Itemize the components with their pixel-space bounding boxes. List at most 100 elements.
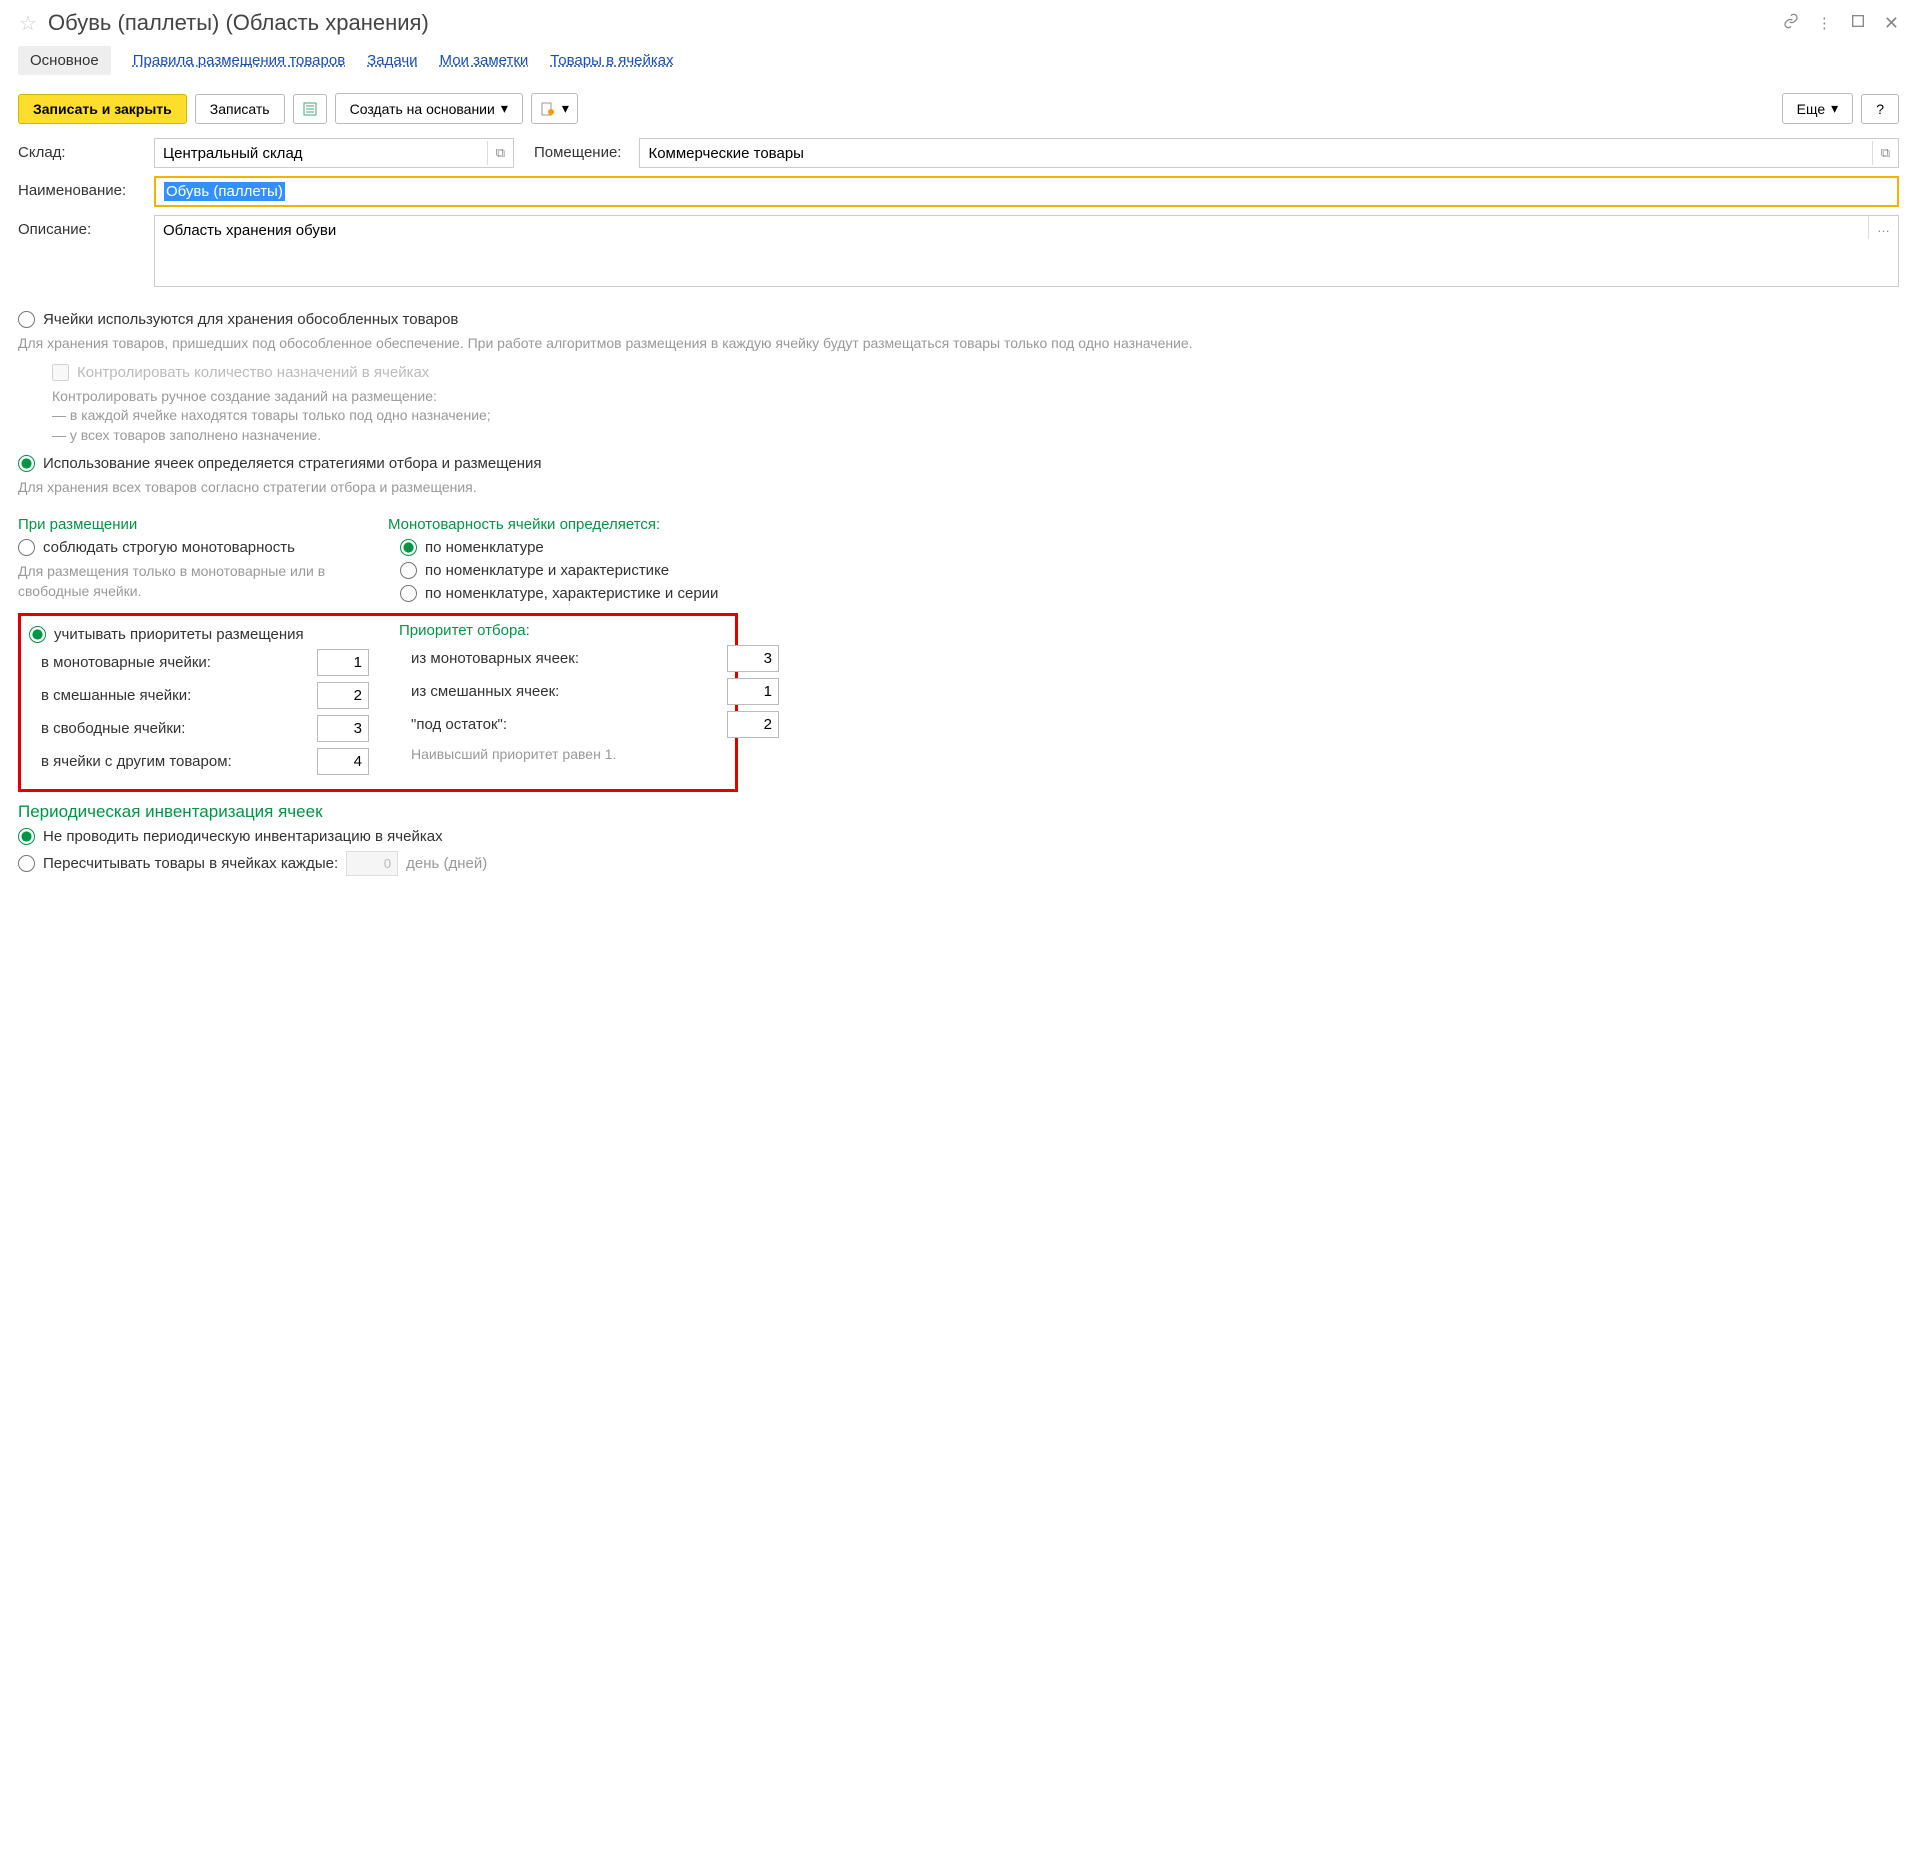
list-icon-button[interactable] [293, 94, 327, 124]
pick-mono-label: из монотоварных ячеек: [411, 650, 719, 667]
nav-bar: Основное Правила размещения товаров Зада… [18, 46, 1899, 75]
inv-no-periodic-label: Не проводить периодическую инвентаризаци… [43, 828, 443, 845]
inv-days-input [346, 851, 398, 876]
pr-mono-input[interactable] [317, 649, 369, 676]
control-count-row: Контролировать количество назначений в я… [52, 364, 1899, 381]
control-manual-intro: Контролировать ручное создание заданий н… [52, 387, 1899, 407]
control-count-label: Контролировать количество назначений в я… [77, 364, 429, 381]
nav-tab-main[interactable]: Основное [18, 46, 111, 75]
maximize-icon[interactable] [1850, 13, 1866, 33]
warehouse-input[interactable] [155, 140, 487, 167]
strategy-help: Для хранения всех товаров согласно страт… [18, 478, 1899, 498]
consider-priority-radio[interactable] [29, 626, 46, 643]
ellipsis-icon[interactable]: … [1868, 216, 1898, 239]
strict-mono-radio[interactable] [18, 539, 35, 556]
mono-by-item-char-series-row[interactable]: по номенклатуре, характеристике и серии [400, 585, 768, 602]
strict-mono-row[interactable]: соблюдать строгую монотоварность [18, 539, 358, 556]
nav-link-tasks[interactable]: Задачи [367, 52, 417, 69]
warehouse-label: Склад: [18, 138, 146, 161]
help-button[interactable]: ? [1861, 94, 1899, 124]
control-line1: — в каждой ячейке находятся товары тольк… [52, 406, 1899, 426]
inventory-heading: Периодическая инвентаризация ячеек [18, 802, 1899, 822]
name-label: Наименование: [18, 176, 146, 199]
link-icon[interactable] [1783, 13, 1799, 33]
description-wrap: … [154, 215, 1899, 287]
strict-mono-help: Для размещения только в монотоварные или… [18, 562, 358, 601]
mono-def-heading: Монотоварность ячейки определяется: [388, 516, 768, 533]
save-close-button[interactable]: Записать и закрыть [18, 94, 187, 124]
favorite-star-icon[interactable]: ☆ [18, 13, 38, 33]
strategy-radio-row[interactable]: Использование ячеек определяется стратег… [18, 455, 1899, 472]
mono-by-item-char-label: по номенклатуре и характеристике [425, 562, 669, 579]
name-input-wrap: Обувь (паллеты) [154, 176, 1899, 207]
room-input-wrap: ⧉ [639, 138, 1899, 168]
nav-link-notes[interactable]: Мои заметки [440, 52, 529, 69]
placement-heading: При размещении [18, 516, 358, 533]
pick-mixed-input[interactable] [727, 678, 779, 705]
mono-by-item-char-series-label: по номенклатуре, характеристике и серии [425, 585, 718, 602]
save-button[interactable]: Записать [195, 94, 285, 124]
pick-remainder-input[interactable] [727, 711, 779, 738]
chevron-down-icon: ▾ [1831, 100, 1838, 117]
consider-priority-label: учитывать приоритеты размещения [54, 626, 304, 643]
control-count-checkbox [52, 364, 69, 381]
description-label: Описание: [18, 215, 146, 238]
create-based-button[interactable]: Создать на основании ▾ [335, 93, 523, 124]
isolated-radio[interactable] [18, 311, 35, 328]
doc-icon-button[interactable]: ▾ [531, 93, 578, 124]
consider-priority-row[interactable]: учитывать приоритеты размещения [29, 626, 369, 643]
control-manual-block: Контролировать ручное создание заданий н… [52, 387, 1899, 446]
toolbar: Записать и закрыть Записать Создать на о… [18, 93, 1899, 124]
mono-by-item-char-series-radio[interactable] [400, 585, 417, 602]
pick-mono-input[interactable] [727, 645, 779, 672]
strategy-label: Использование ячеек определяется стратег… [43, 455, 542, 472]
inv-recount-radio[interactable] [18, 855, 35, 872]
pick-mixed-label: из смешанных ячеек: [411, 683, 719, 700]
mono-by-item-radio[interactable] [400, 539, 417, 556]
description-textarea[interactable] [155, 216, 1868, 286]
strategy-radio[interactable] [18, 455, 35, 472]
open-icon[interactable]: ⧉ [1872, 141, 1898, 165]
window-title: Обувь (паллеты) (Область хранения) [48, 10, 1773, 36]
kebab-icon[interactable]: ⋮ [1817, 14, 1832, 32]
mono-by-item-label: по номенклатуре [425, 539, 544, 556]
isolated-label: Ячейки используются для хранения обособл… [43, 311, 458, 328]
pick-heading: Приоритет отбора: [399, 622, 779, 639]
warehouse-input-wrap: ⧉ [154, 138, 514, 168]
pr-free-label: в свободные ячейки: [41, 720, 309, 737]
pick-remainder-label: "под остаток": [411, 716, 719, 733]
window-actions: ⋮ ✕ [1783, 13, 1899, 34]
inv-recount-row[interactable]: Пересчитывать товары в ячейках каждые: д… [18, 851, 1899, 876]
close-icon[interactable]: ✕ [1884, 13, 1899, 34]
priority-highlight-box: учитывать приоритеты размещения в моното… [18, 613, 738, 792]
mono-by-item-char-row[interactable]: по номенклатуре и характеристике [400, 562, 768, 579]
pr-free-input[interactable] [317, 715, 369, 742]
isolated-radio-row[interactable]: Ячейки используются для хранения обособл… [18, 311, 1899, 328]
nav-link-goods[interactable]: Товары в ячейках [550, 52, 673, 69]
pr-other-label: в ячейки с другим товаром: [41, 753, 309, 770]
strict-mono-label: соблюдать строгую монотоварность [43, 539, 295, 556]
room-label: Помещение: [522, 138, 631, 161]
inv-no-periodic-radio[interactable] [18, 828, 35, 845]
open-icon[interactable]: ⧉ [487, 141, 513, 165]
pr-other-input[interactable] [317, 748, 369, 775]
isolated-help: Для хранения товаров, пришедших под обос… [18, 334, 1899, 354]
pr-mono-label: в монотоварные ячейки: [41, 654, 309, 671]
inv-days-unit: день (дней) [406, 855, 487, 872]
pr-mixed-label: в смешанные ячейки: [41, 687, 309, 704]
control-line2: — у всех товаров заполнено назначение. [52, 426, 1899, 446]
chevron-down-icon: ▾ [562, 100, 569, 117]
inv-no-periodic-row[interactable]: Не проводить периодическую инвентаризаци… [18, 828, 1899, 845]
more-label: Еще [1797, 101, 1826, 117]
pr-mixed-input[interactable] [317, 682, 369, 709]
inv-recount-label: Пересчитывать товары в ячейках каждые: [43, 855, 338, 872]
mono-by-item-row[interactable]: по номенклатуре [400, 539, 768, 556]
chevron-down-icon: ▾ [501, 100, 508, 117]
create-based-label: Создать на основании [350, 101, 495, 117]
name-input-value[interactable]: Обувь (паллеты) [164, 182, 285, 201]
pick-note: Наивысший приоритет равен 1. [411, 746, 779, 762]
mono-by-item-char-radio[interactable] [400, 562, 417, 579]
more-button[interactable]: Еще ▾ [1782, 93, 1854, 124]
room-input[interactable] [640, 140, 1871, 167]
nav-link-rules[interactable]: Правила размещения товаров [133, 52, 345, 69]
